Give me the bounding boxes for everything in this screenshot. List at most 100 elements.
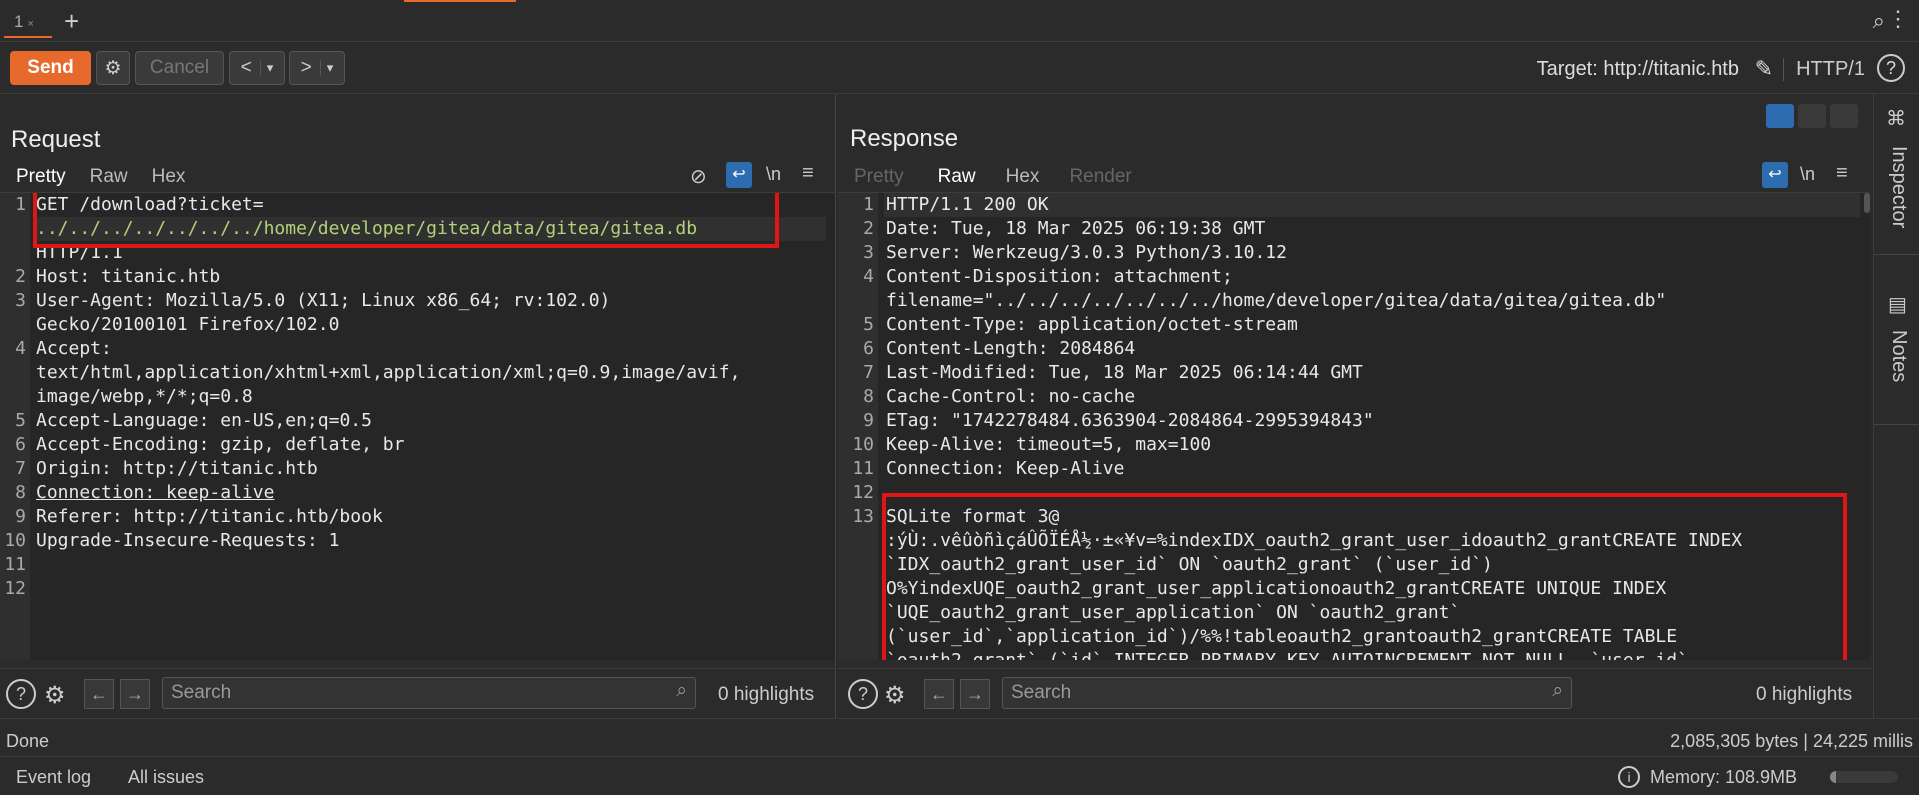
- back-arrow-icon: <: [240, 57, 252, 78]
- tab-hex[interactable]: Hex: [994, 162, 1052, 196]
- settings-gear-icon[interactable]: ⚙: [884, 681, 906, 710]
- search-placeholder: Search: [1011, 682, 1072, 703]
- memory-label: Memory: 108.9MB: [1650, 767, 1798, 787]
- notes-document-icon[interactable]: ▤: [1888, 292, 1907, 317]
- response-line: Content-Disposition: attachment;: [886, 266, 1233, 287]
- forward-dropdown-icon[interactable]: ▾: [319, 60, 333, 76]
- memory-bar: [1830, 771, 1898, 783]
- menu-icon[interactable]: ≡: [802, 162, 814, 185]
- response-line: Content-Length: 2084864: [886, 338, 1136, 359]
- layout-split-icon[interactable]: [1766, 104, 1794, 128]
- protocol-label[interactable]: HTTP/1: [1783, 58, 1865, 81]
- send-button[interactable]: Send: [10, 51, 91, 85]
- request-line: Accept-Encoding: gzip, deflate, br: [36, 434, 405, 455]
- response-line: Last-Modified: Tue, 18 Mar 2025 06:14:44…: [886, 362, 1363, 383]
- request-editor[interactable]: 1 2 3 4 5 6 7 8 9 10 11 12 GET /download…: [0, 192, 835, 660]
- right-sidebar: ⌘ Inspector ▤ Notes: [1873, 94, 1919, 718]
- line-number: 10: [4, 530, 26, 551]
- next-arrow-icon[interactable]: →: [960, 679, 990, 709]
- event-log-button[interactable]: Event log: [16, 767, 91, 788]
- request-line: Gecko/20100101 Firefox/102.0: [36, 314, 340, 335]
- request-pane: Request Pretty Raw Hex ⊘ ↩ \n ≡ 1 2 3 4 …: [0, 94, 836, 718]
- wrap-lines-icon[interactable]: ↩: [1762, 162, 1788, 188]
- line-number: 9: [863, 410, 874, 431]
- line-number: 1: [863, 194, 874, 215]
- line-number: 11: [852, 458, 874, 479]
- status-bar: Done 2,085,305 bytes | 24,225 millis: [0, 718, 1919, 756]
- tab-hex[interactable]: Hex: [140, 162, 198, 196]
- toolbar: Send ⚙ Cancel < ▾ > ▾ Target: http://titan…: [0, 42, 1919, 94]
- line-number: 8: [863, 386, 874, 407]
- tab-pretty[interactable]: Pretty: [4, 162, 78, 196]
- more-vertical-icon[interactable]: ⋮: [1887, 6, 1909, 32]
- hide-eye-icon[interactable]: ⊘: [690, 164, 707, 189]
- help-icon[interactable]: ?: [1877, 54, 1905, 82]
- help-icon[interactable]: ?: [6, 679, 36, 709]
- search-input[interactable]: Search ⌕: [1002, 677, 1572, 709]
- response-line: Connection: Keep-Alive: [886, 458, 1125, 479]
- line-number: 1: [15, 194, 26, 215]
- inspector-glasses-icon[interactable]: ⌘: [1886, 106, 1906, 131]
- highlight-box: [882, 493, 1847, 660]
- back-dropdown-icon[interactable]: ▾: [259, 60, 273, 76]
- layout-toggle: [1766, 98, 1866, 128]
- scrollbar[interactable]: [1864, 193, 1870, 213]
- menu-icon[interactable]: ≡: [1836, 162, 1848, 185]
- forward-button[interactable]: > ▾: [289, 51, 345, 85]
- response-editor[interactable]: 1 2 3 4 5 6 7 8 9 10 11 12 13 HTTP/1.1 2…: [838, 192, 1870, 660]
- tab-raw[interactable]: Raw: [925, 162, 988, 196]
- line-number: 2: [863, 218, 874, 239]
- tab-raw[interactable]: Raw: [78, 162, 140, 196]
- settings-gear-icon[interactable]: ⚙: [96, 51, 130, 85]
- wrap-lines-icon[interactable]: ↩: [726, 162, 752, 188]
- search-icon[interactable]: ⌕: [1873, 8, 1885, 34]
- tab-pretty[interactable]: Pretty: [842, 162, 916, 196]
- prev-arrow-icon[interactable]: ←: [84, 679, 114, 709]
- info-icon[interactable]: i: [1618, 766, 1640, 788]
- response-line: ETag: "1742278484.6363904-2084864-299539…: [886, 410, 1374, 431]
- prev-arrow-icon[interactable]: ←: [924, 679, 954, 709]
- response-line: Content-Type: application/octet-stream: [886, 314, 1298, 335]
- all-issues-button[interactable]: All issues: [128, 767, 204, 788]
- target-label: Target: http://titanic.htb: [1536, 58, 1739, 80]
- line-number: 5: [863, 314, 874, 335]
- newline-toggle[interactable]: \n: [1800, 164, 1815, 185]
- inspector-tab[interactable]: Inspector: [1887, 146, 1910, 228]
- line-number: 11: [4, 554, 26, 575]
- search-icon: ⌕: [1552, 680, 1563, 701]
- request-line: Host: titanic.htb: [36, 266, 221, 287]
- active-indicator: [404, 0, 516, 2]
- edit-target-pencil-icon[interactable]: ✎: [1755, 56, 1773, 82]
- next-arrow-icon[interactable]: →: [120, 679, 150, 709]
- response-stats: 2,085,305 bytes | 24,225 millis: [1670, 731, 1913, 751]
- line-number: 12: [852, 482, 874, 503]
- status-text: Done: [6, 731, 50, 751]
- add-tab-button[interactable]: +: [64, 6, 79, 36]
- tab-render[interactable]: Render: [1057, 162, 1143, 196]
- response-line: filename="../../../../../../../home/deve…: [886, 290, 1667, 311]
- response-line: Server: Werkzeug/3.0.3 Python/3.10.12: [886, 242, 1287, 263]
- tab-close-icon[interactable]: ×: [27, 18, 33, 30]
- cancel-button[interactable]: Cancel: [135, 51, 224, 85]
- newline-toggle[interactable]: \n: [766, 164, 781, 185]
- tab-1[interactable]: 1 ×: [4, 4, 52, 38]
- search-input[interactable]: Search ⌕: [162, 677, 696, 709]
- highlights-count: 0 highlights: [718, 684, 815, 705]
- line-number: 12: [4, 578, 26, 599]
- layout-horizontal-icon[interactable]: [1798, 104, 1826, 128]
- line-number: 6: [15, 434, 26, 455]
- help-icon[interactable]: ?: [848, 679, 878, 709]
- request-search-bar: ? ⚙ ← → Search ⌕ 0 highlights: [0, 668, 835, 718]
- back-button[interactable]: < ▾: [229, 51, 285, 85]
- request-title: Request: [11, 126, 101, 153]
- notes-tab[interactable]: Notes: [1887, 330, 1910, 382]
- line-number: 4: [15, 338, 26, 359]
- request-tabs: Pretty Raw Hex: [4, 162, 197, 196]
- response-line: Date: Tue, 18 Mar 2025 06:19:38 GMT: [886, 218, 1266, 239]
- memory-bar-fill: [1830, 771, 1836, 783]
- response-line: HTTP/1.1 200 OK: [886, 194, 1049, 215]
- layout-single-icon[interactable]: [1830, 104, 1858, 128]
- line-number: 2: [15, 266, 26, 287]
- line-number: 5: [15, 410, 26, 431]
- settings-gear-icon[interactable]: ⚙: [44, 681, 66, 710]
